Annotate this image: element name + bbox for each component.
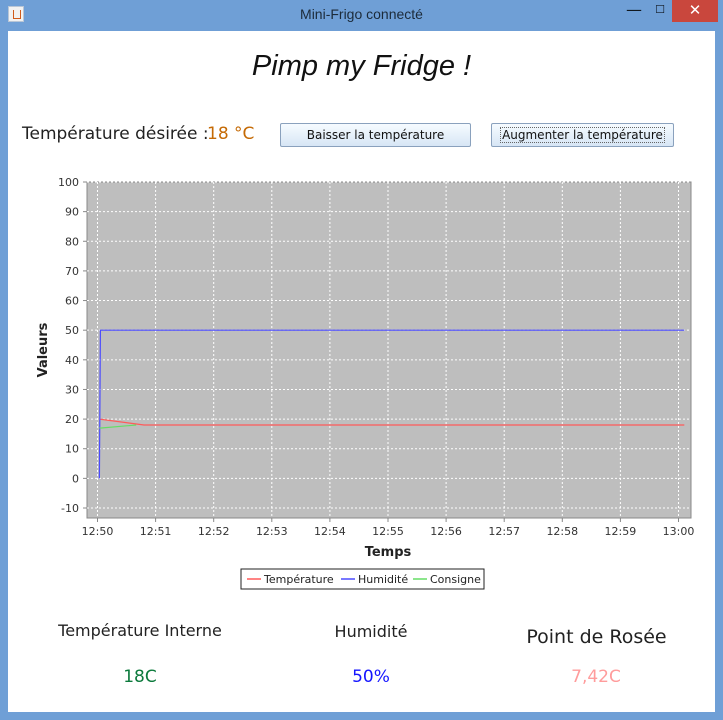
- y-tick-label: -10: [61, 502, 79, 515]
- x-tick-label: 12:58: [546, 525, 578, 538]
- x-tick-label: 12:57: [488, 525, 520, 538]
- y-tick-label: 20: [65, 413, 79, 426]
- chart-legend: Température Humidité Consigne: [240, 568, 485, 590]
- window-title: Mini-Frigo connecté: [300, 6, 423, 22]
- internal-temperature-label: Température Interne: [58, 621, 222, 640]
- plot-area: [86, 181, 692, 519]
- humidity-label: Humidité: [334, 622, 408, 641]
- minimize-icon[interactable]: —: [620, 0, 648, 22]
- dew-point-value: 7,42C: [571, 667, 621, 687]
- x-tick-label: 12:55: [372, 525, 404, 538]
- humidity-value: 50%: [352, 667, 390, 687]
- x-axis: 12:50 12:51 12:52 12:53 12:54 12:55 12:56 12:57…: [82, 518, 695, 538]
- x-tick-label: 12:53: [256, 525, 288, 538]
- y-tick-label: 10: [65, 443, 79, 456]
- x-axis-label: Temps: [365, 545, 412, 560]
- app-window: Mini-Frigo connecté — ☐ ✕ Pimp my Fridge…: [0, 0, 723, 720]
- y-tick-label: 50: [65, 324, 79, 337]
- y-tick-label: 30: [65, 383, 79, 396]
- maximize-icon[interactable]: ☐: [646, 0, 674, 22]
- x-tick-label: 13:00: [663, 525, 695, 538]
- y-tick-label: 0: [72, 472, 79, 485]
- x-tick-label: 12:59: [605, 525, 637, 538]
- legend-label: Humidité: [358, 573, 408, 586]
- y-tick-label: 100: [58, 176, 79, 189]
- content-panel: Pimp my Fridge ! Température désirée : 1…: [8, 31, 715, 712]
- y-tick-label: 80: [65, 235, 79, 248]
- close-icon[interactable]: ✕: [672, 0, 718, 22]
- y-tick-label: 60: [65, 295, 79, 308]
- y-axis-label: Valeurs: [36, 322, 51, 377]
- x-tick-label: 12:54: [314, 525, 346, 538]
- x-tick-label: 12:52: [198, 525, 230, 538]
- title-bar[interactable]: Mini-Frigo connecté — ☐ ✕: [0, 0, 723, 30]
- dew-point-label: Point de Rosée: [526, 626, 667, 648]
- x-tick-label: 12:50: [82, 525, 114, 538]
- x-tick-label: 12:56: [430, 525, 462, 538]
- y-tick-label: 70: [65, 265, 79, 278]
- internal-temperature-value: 18C: [123, 667, 157, 687]
- y-axis: -10 0 10 20 30 40 50 60 70 80 90 100: [58, 176, 87, 515]
- y-tick-label: 90: [65, 206, 79, 219]
- legend-label: Consigne: [430, 573, 481, 586]
- x-tick-label: 12:51: [140, 525, 172, 538]
- line-chart: -100102030405060708090100 12:50 12:51 12:5…: [36, 176, 695, 590]
- legend-label: Température: [263, 573, 334, 586]
- y-tick-label: 40: [65, 354, 79, 367]
